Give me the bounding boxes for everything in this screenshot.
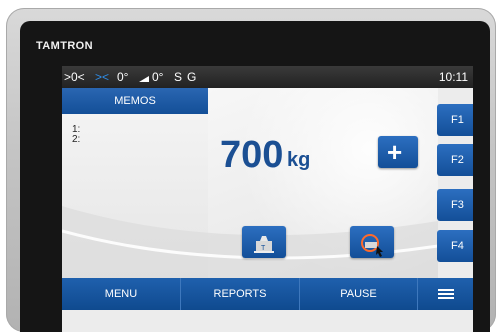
gross-indicator: G [187,70,197,84]
f3-button[interactable]: F3 [437,189,473,221]
f3-label: F3 [451,199,464,211]
mouse-cursor-icon [376,246,383,257]
f1-button[interactable]: F1 [437,104,473,136]
memo-line-2: 2: [72,134,81,145]
zero-scale-icon [361,234,383,257]
f2-label: F2 [451,154,464,166]
hamburger-menu-icon [438,289,454,299]
menu-button[interactable]: MENU [62,278,180,310]
svg-text:T: T [261,245,266,252]
f4-button[interactable]: F4 [437,230,473,262]
add-plus-button[interactable]: + [378,136,418,168]
pause-button[interactable]: PAUSE [300,278,417,310]
weight-display-panel [208,88,438,293]
brand-logo: TAMTRON [36,40,93,52]
zero-indicator: >0< [64,70,85,84]
memos-panel[interactable]: 1: 2: [62,114,208,293]
memos-header[interactable]: MEMOS [62,88,208,114]
stable-indicator: S [174,70,183,84]
tilt-indicator-1: 0° [117,70,129,84]
bottom-menu-bar: MENU REPORTS PAUSE [62,278,473,310]
tare-button[interactable]: T [242,226,286,258]
weight-value: 700 [220,134,284,176]
plus-icon: + [387,137,403,167]
f2-button[interactable]: F2 [437,144,473,176]
tare-weight-icon: T [254,236,274,253]
weight-unit: kg [287,149,311,171]
f1-label: F1 [451,114,464,126]
status-bar: >0< >< 0° 0° S G 10:11 [62,66,473,88]
clock: 10:11 [438,70,468,84]
center-zero-indicator: >< [95,70,110,84]
hamburger-menu-button[interactable] [418,278,473,310]
tilt-indicator-2: 0° [152,70,164,84]
zero-button[interactable] [350,226,394,258]
tilt-wedge-icon [139,76,149,82]
reports-button[interactable]: REPORTS [181,278,299,310]
f4-label: F4 [451,240,464,252]
